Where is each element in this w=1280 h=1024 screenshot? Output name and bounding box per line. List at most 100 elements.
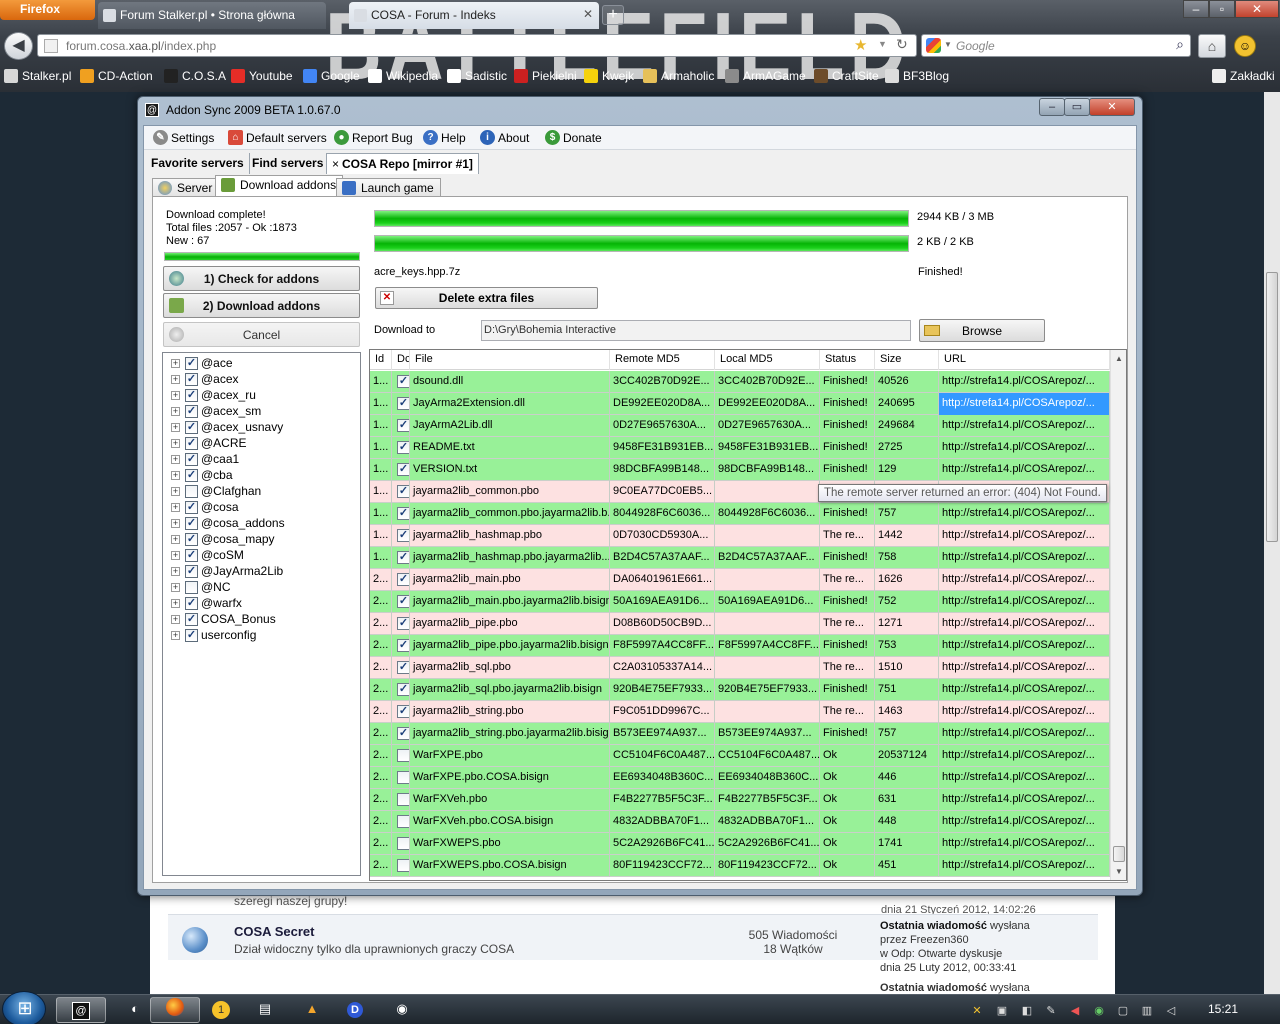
column-header-size[interactable]: Size	[875, 350, 939, 370]
tree-item[interactable]: + ✓ @coSM	[163, 548, 360, 564]
cell-id[interactable]: 1...	[370, 481, 392, 503]
checkbox[interactable]: ✓	[185, 533, 198, 546]
menu-about[interactable]: i About	[480, 130, 529, 145]
checkbox[interactable]	[397, 859, 409, 872]
cell-id[interactable]: 2...	[370, 679, 392, 701]
expand-icon[interactable]: +	[171, 487, 180, 496]
close-tab-icon[interactable]: ✕	[583, 7, 593, 21]
cell-remote[interactable]: C2A03105337A14...	[610, 657, 715, 679]
volume-icon[interactable]: ◁	[1164, 1004, 1178, 1018]
cell-download-checkbox[interactable]: ✓	[392, 525, 410, 547]
cell-remote[interactable]: 3CC402B70D92E...	[610, 371, 715, 393]
checkbox[interactable]: ✓	[185, 613, 198, 626]
cell-size[interactable]: 451	[875, 855, 939, 877]
cell-download-checkbox[interactable]: ✓	[392, 459, 410, 481]
close-button[interactable]: ✕	[1089, 98, 1135, 116]
bookmark-star-icon[interactable]: ★	[854, 36, 867, 54]
menu-donate[interactable]: $ Donate	[545, 130, 602, 145]
checkbox[interactable]: ✓	[185, 501, 198, 514]
cell-remote[interactable]: F4B2277B5F5C3F...	[610, 789, 715, 811]
bookmark-bf3blog[interactable]: BF3Blog	[885, 69, 949, 83]
back-button[interactable]: ◀	[4, 32, 33, 60]
table-row[interactable]: 2... WarFXVeh.pbo.COSA.bisign 4832ADBBA70F…	[370, 811, 1110, 833]
cell-id[interactable]: 1...	[370, 459, 392, 481]
expand-icon[interactable]: +	[171, 519, 180, 528]
cell-local[interactable]: 5C2A2926B6FC41...	[715, 833, 820, 855]
checkbox[interactable]: ✓	[185, 565, 198, 578]
cell-download-checkbox[interactable]: ✓	[392, 371, 410, 393]
tab-find-servers[interactable]: Find servers	[247, 153, 330, 174]
checkbox[interactable]: ✓	[397, 705, 409, 718]
cell-remote[interactable]: F9C051DD9967C...	[610, 701, 715, 723]
cell-local[interactable]: 0D27E9657630A...	[715, 415, 820, 437]
expand-icon[interactable]: +	[171, 503, 180, 512]
table-row[interactable]: 2... ✓ jayarma2lib_sql.pbo C2A03105337A14..…	[370, 657, 1110, 679]
cell-download-checkbox[interactable]: ✓	[392, 679, 410, 701]
chevron-down-icon[interactable]: ▼	[878, 39, 887, 49]
tray-icon[interactable]: ◧	[1020, 1004, 1034, 1018]
cell-status[interactable]: Ok	[820, 789, 875, 811]
cell-download-checkbox[interactable]	[392, 745, 410, 767]
cell-download-checkbox[interactable]: ✓	[392, 613, 410, 635]
tree-item[interactable]: + ✓ @JayArma2Lib	[163, 564, 360, 580]
cell-local[interactable]: B573EE974A937...	[715, 723, 820, 745]
cell-remote[interactable]: D08B60D50CB9D...	[610, 613, 715, 635]
table-row[interactable]: 2... WarFXWEPS.pbo 5C2A2926B6FC41... 5C2A29…	[370, 833, 1110, 855]
bookmark-armagame[interactable]: ArmAGame	[725, 69, 806, 83]
table-row[interactable]: 1... ✓ VERSION.txt 98DCBFA99B148... 98DCBFA9…	[370, 459, 1110, 481]
cell-size[interactable]: 753	[875, 635, 939, 657]
cell-size[interactable]: 1741	[875, 833, 939, 855]
checkbox[interactable]: ✓	[397, 551, 409, 564]
page-scrollbar[interactable]	[1264, 92, 1280, 994]
tree-item[interactable]: + ✓ @warfx	[163, 596, 360, 612]
table-row[interactable]: 2... ✓ jayarma2lib_pipe.pbo D08B60D50CB9D..…	[370, 613, 1110, 635]
start-button[interactable]	[2, 991, 47, 1024]
download-path-field[interactable]: D:\Gry\Bohemia Interactive	[481, 320, 911, 341]
cell-id[interactable]: 1...	[370, 525, 392, 547]
cell-local[interactable]: 8044928F6C6036...	[715, 503, 820, 525]
cell-id[interactable]: 2...	[370, 789, 392, 811]
column-header-dc[interactable]: Dc	[392, 350, 410, 370]
cell-status[interactable]: Finished!	[820, 459, 875, 481]
bookmark-cd-action[interactable]: CD-Action	[80, 69, 153, 83]
expand-icon[interactable]: +	[171, 375, 180, 384]
cell-local[interactable]	[715, 481, 820, 503]
checkbox[interactable]: ✓	[185, 469, 198, 482]
table-row[interactable]: 2... ✓ jayarma2lib_pipe.pbo.jayarma2lib.bi…	[370, 635, 1110, 657]
cell-download-checkbox[interactable]	[392, 833, 410, 855]
cell-local[interactable]: 50A169AEA91D6...	[715, 591, 820, 613]
column-header-local-md5[interactable]: Local MD5	[715, 350, 820, 370]
cell-url[interactable]: http://strefa14.pl/COSArepoz/...	[939, 811, 1110, 833]
cell-local[interactable]: 4832ADBBA70F1...	[715, 811, 820, 833]
new-tab-button[interactable]: +	[602, 5, 624, 25]
checkbox[interactable]	[397, 771, 409, 784]
checkbox[interactable]: ✓	[185, 357, 198, 370]
cell-local[interactable]	[715, 657, 820, 679]
tree-item[interactable]: + ✓ @ACRE	[163, 436, 360, 452]
checkbox[interactable]: ✓	[397, 485, 409, 498]
table-row[interactable]: 1... ✓ README.txt 9458FE31B931EB... 9458FE31…	[370, 437, 1110, 459]
checkbox[interactable]: ✓	[397, 463, 409, 476]
cell-file[interactable]: jayarma2lib_main.pbo	[410, 569, 610, 591]
cell-local[interactable]: DE992EE020D8A...	[715, 393, 820, 415]
menu-report-bug[interactable]: ● Report Bug	[334, 130, 413, 145]
tray-icon[interactable]: ◉	[1092, 1004, 1106, 1018]
scroll-down-icon[interactable]: ▼	[1111, 863, 1126, 880]
expand-icon[interactable]: +	[171, 615, 180, 624]
cell-status[interactable]: Ok	[820, 833, 875, 855]
cell-file[interactable]: jayarma2lib_pipe.pbo.jayarma2lib.bisign	[410, 635, 610, 657]
cell-id[interactable]: 2...	[370, 591, 392, 613]
cell-url[interactable]: http://strefa14.pl/COSArepoz/...	[939, 657, 1110, 679]
tree-item[interactable]: + @NC	[163, 580, 360, 596]
cell-size[interactable]: 240695	[875, 393, 939, 415]
tree-item[interactable]: + ✓ @cba	[163, 468, 360, 484]
expand-icon[interactable]: +	[171, 567, 180, 576]
scrollbar-thumb[interactable]	[1113, 846, 1125, 862]
cell-remote[interactable]: B2D4C57A37AAF...	[610, 547, 715, 569]
cell-download-checkbox[interactable]: ✓	[392, 701, 410, 723]
cell-id[interactable]: 2...	[370, 635, 392, 657]
checkbox[interactable]: ✓	[397, 441, 409, 454]
cell-id[interactable]: 2...	[370, 833, 392, 855]
table-row[interactable]: 1... ✓ dsound.dll 3CC402B70D92E... 3CC402B70…	[370, 371, 1110, 393]
expand-icon[interactable]: +	[171, 535, 180, 544]
